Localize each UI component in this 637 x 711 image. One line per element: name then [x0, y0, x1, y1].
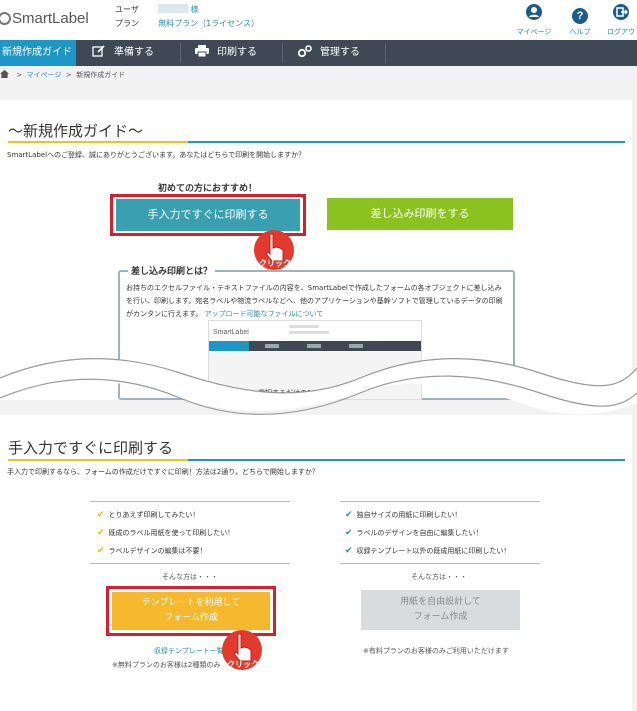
nav-prepare[interactable]: 準備する	[92, 40, 154, 66]
template-list-link[interactable]: 収録テンプレート一覧	[154, 646, 224, 656]
plan-info: プラン 無料プラン（1ライセンス）	[115, 19, 260, 28]
help-icon: ?	[572, 8, 588, 24]
list-item: ✔ 収録テンプレート以外の既成用紙に印刷したい！	[345, 546, 511, 556]
guide-subtitle: SmartLabelへのご登録、誠にありがとうございます。あなたはどちらで印刷を…	[7, 151, 306, 159]
free-design-form-button[interactable]: 用紙を自由設計して フォーム作成	[361, 590, 520, 630]
logout-icon	[613, 4, 629, 20]
breadcrumb-current: 新規作成ガイド	[76, 71, 126, 79]
help-link[interactable]: ? ヘルプ	[560, 4, 600, 37]
template-form-button[interactable]: テンプレートを利用して フォーム作成	[112, 592, 270, 630]
mypage-link[interactable]: マイページ	[514, 4, 554, 37]
upload-files-link[interactable]: アップロード可能なファイルについて	[205, 310, 324, 318]
main-nav: 新規作成ガイド 準備する 印刷する 管理する	[0, 40, 637, 66]
home-icon[interactable]	[0, 70, 9, 78]
click-label: クリック！	[227, 660, 267, 669]
list-item: ✔ ラベルのデザインを自由に編集したい！	[345, 528, 483, 538]
such-person-left: そんな方は・・・	[162, 573, 218, 581]
nav-new-guide[interactable]: 新規作成ガイド	[0, 40, 76, 66]
merge-print-button[interactable]: 差し込み印刷をする	[327, 198, 513, 230]
svg-text:SmartLabel: SmartLabel	[213, 329, 249, 336]
template-reasons-list: ✔ とりあえず印刷してみたい！ ✔ 既成のラベル用紙を使って印刷したい！ ✔ ラベルデ…	[97, 506, 234, 560]
free-plan-note: ※無料プランのお客様は2種類のみ	[112, 661, 221, 669]
user-info: ユーザ 様	[115, 4, 199, 14]
printer-icon	[195, 42, 209, 58]
smartlabel-logo[interactable]: SmartLabel	[0, 10, 89, 27]
paid-plan-note: ※有料プランのお客様のみご利用いただけます	[363, 647, 509, 655]
click-label: クリック！	[259, 259, 299, 268]
list-item: ✔ 独自サイズの用紙に印刷したい！	[345, 510, 462, 520]
gears-icon	[297, 42, 312, 58]
logo-ring-icon	[0, 12, 11, 25]
manual-title: 手入力ですぐに印刷する	[8, 439, 174, 457]
app-header: SmartLabel ユーザ 様 プラン 無料プラン（1ライセンス） マイページ…	[0, 0, 637, 40]
manual-print-button[interactable]: 手入力ですぐに印刷する	[116, 199, 300, 231]
breadcrumb-mypage[interactable]: マイページ	[27, 71, 62, 79]
manual-subtitle: 手入力で印刷するなら、フォームの作成だけですぐに印刷！方法は2通り。どちらで開始…	[7, 468, 319, 476]
free-design-reasons-list: ✔ 独自サイズの用紙に印刷したい！ ✔ ラベルのデザインを自由に編集したい！ ✔ 収録…	[345, 506, 510, 560]
logout-link[interactable]: ログアウ	[601, 4, 637, 37]
recommend-label: 初めての方におすすめ！	[158, 184, 258, 194]
edit-icon	[92, 42, 106, 57]
merge-info-title: 差し込み印刷とは？	[128, 264, 216, 277]
guide-title: 〜新規作成ガイド〜	[8, 122, 144, 140]
user-icon	[526, 4, 542, 20]
nav-manage[interactable]: 管理する	[297, 40, 360, 66]
nav-print[interactable]: 印刷する	[195, 40, 257, 66]
user-name-masked	[157, 4, 188, 13]
list-item: ✔ とりあえず印刷してみたい！	[97, 510, 200, 520]
such-person-right: そんな方は・・・	[411, 573, 467, 581]
list-item: ✔ ラベルデザインの編集は不要！	[97, 546, 207, 556]
breadcrumb: > マイページ > 新規作成ガイド	[0, 70, 125, 80]
section-break-wave	[0, 358, 637, 415]
list-item: ✔ 既成のラベル用紙を使って印刷したい！	[97, 528, 235, 538]
